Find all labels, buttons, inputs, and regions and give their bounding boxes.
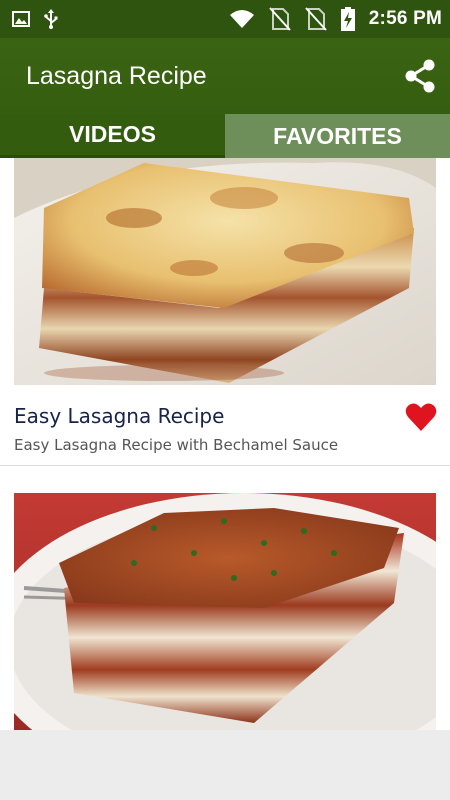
- app-title: Lasagna Recipe: [26, 61, 207, 90]
- image-icon: [12, 11, 30, 27]
- wifi-icon: [229, 10, 254, 28]
- share-icon[interactable]: [402, 58, 438, 94]
- video-thumbnail[interactable]: [14, 493, 436, 730]
- status-time: 2:56 PM: [368, 8, 442, 29]
- no-sim-icon: [269, 7, 291, 31]
- video-card[interactable]: Easy Lasagna Recipe Easy Lasagna Recipe …: [0, 158, 450, 466]
- app-bar: Lasagna Recipe: [0, 38, 450, 114]
- tab-bar: VIDEOS FAVORITES: [0, 114, 450, 158]
- video-list[interactable]: Easy Lasagna Recipe Easy Lasagna Recipe …: [0, 158, 450, 730]
- status-bar: 2:56 PM: [0, 0, 450, 38]
- status-right: 2:56 PM: [229, 7, 442, 31]
- bottom-area: [0, 730, 450, 800]
- video-subtitle: Easy Lasagna Recipe with Bechamel Sauce: [14, 436, 339, 454]
- no-sim-icon: [305, 7, 327, 31]
- usb-icon: [44, 9, 58, 29]
- tab-videos[interactable]: VIDEOS: [0, 114, 225, 158]
- video-thumbnail[interactable]: [14, 158, 436, 385]
- tab-favorites[interactable]: FAVORITES: [225, 114, 450, 158]
- status-left: [12, 9, 58, 29]
- heart-icon[interactable]: [405, 402, 437, 432]
- video-title[interactable]: Easy Lasagna Recipe: [14, 404, 224, 428]
- battery-charging-icon: [340, 7, 355, 31]
- video-card[interactable]: [0, 466, 450, 730]
